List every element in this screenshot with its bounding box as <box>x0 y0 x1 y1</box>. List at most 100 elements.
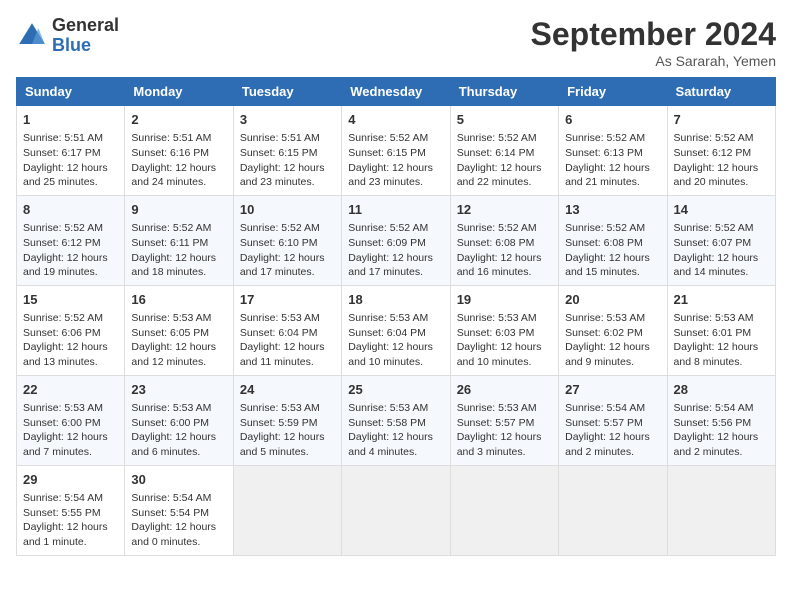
day-number: 26 <box>457 381 552 399</box>
day-number: 27 <box>565 381 660 399</box>
day-number: 28 <box>674 381 769 399</box>
col-header-saturday: Saturday <box>667 78 775 106</box>
sunset-text: Sunset: 6:17 PM <box>23 146 118 161</box>
calendar-cell: 1Sunrise: 5:51 AMSunset: 6:17 PMDaylight… <box>17 106 125 196</box>
col-header-tuesday: Tuesday <box>233 78 341 106</box>
daylight-text: Daylight: 12 hours and 17 minutes. <box>348 251 443 280</box>
day-number: 13 <box>565 201 660 219</box>
daylight-text: Daylight: 12 hours and 18 minutes. <box>131 251 226 280</box>
sunrise-text: Sunrise: 5:54 AM <box>565 401 660 416</box>
daylight-text: Daylight: 12 hours and 13 minutes. <box>23 340 118 369</box>
col-header-thursday: Thursday <box>450 78 558 106</box>
calendar-week-row: 22Sunrise: 5:53 AMSunset: 6:00 PMDayligh… <box>17 375 776 465</box>
sunset-text: Sunset: 6:16 PM <box>131 146 226 161</box>
day-number: 25 <box>348 381 443 399</box>
calendar-week-row: 8Sunrise: 5:52 AMSunset: 6:12 PMDaylight… <box>17 195 776 285</box>
calendar-cell: 2Sunrise: 5:51 AMSunset: 6:16 PMDaylight… <box>125 106 233 196</box>
daylight-text: Daylight: 12 hours and 4 minutes. <box>348 430 443 459</box>
daylight-text: Daylight: 12 hours and 8 minutes. <box>674 340 769 369</box>
calendar-cell: 29Sunrise: 5:54 AMSunset: 5:55 PMDayligh… <box>17 465 125 555</box>
sunset-text: Sunset: 6:05 PM <box>131 326 226 341</box>
daylight-text: Daylight: 12 hours and 23 minutes. <box>240 161 335 190</box>
sunrise-text: Sunrise: 5:52 AM <box>240 221 335 236</box>
sunrise-text: Sunrise: 5:52 AM <box>457 221 552 236</box>
daylight-text: Daylight: 12 hours and 0 minutes. <box>131 520 226 549</box>
calendar-cell: 25Sunrise: 5:53 AMSunset: 5:58 PMDayligh… <box>342 375 450 465</box>
day-number: 12 <box>457 201 552 219</box>
daylight-text: Daylight: 12 hours and 25 minutes. <box>23 161 118 190</box>
daylight-text: Daylight: 12 hours and 10 minutes. <box>348 340 443 369</box>
sunrise-text: Sunrise: 5:52 AM <box>23 311 118 326</box>
daylight-text: Daylight: 12 hours and 7 minutes. <box>23 430 118 459</box>
sunset-text: Sunset: 6:07 PM <box>674 236 769 251</box>
sunset-text: Sunset: 6:15 PM <box>240 146 335 161</box>
sunrise-text: Sunrise: 5:52 AM <box>348 131 443 146</box>
sunset-text: Sunset: 6:08 PM <box>457 236 552 251</box>
calendar-cell: 9 Sunrise: 5:52 AMSunset: 6:11 PMDaylight… <box>125 195 233 285</box>
calendar-cell: 21Sunrise: 5:53 AMSunset: 6:01 PMDayligh… <box>667 285 775 375</box>
sunset-text: Sunset: 5:56 PM <box>674 416 769 431</box>
col-header-sunday: Sunday <box>17 78 125 106</box>
calendar-cell: 24Sunrise: 5:53 AMSunset: 5:59 PMDayligh… <box>233 375 341 465</box>
calendar-cell: 7Sunrise: 5:52 AMSunset: 6:12 PMDaylight… <box>667 106 775 196</box>
sunset-text: Sunset: 5:55 PM <box>23 506 118 521</box>
day-number: 5 <box>457 111 552 129</box>
calendar-cell: 26Sunrise: 5:53 AMSunset: 5:57 PMDayligh… <box>450 375 558 465</box>
col-header-wednesday: Wednesday <box>342 78 450 106</box>
day-number: 3 <box>240 111 335 129</box>
calendar-cell <box>559 465 667 555</box>
daylight-text: Daylight: 12 hours and 1 minute. <box>23 520 118 549</box>
day-number: 1 <box>23 111 118 129</box>
calendar-cell: 20Sunrise: 5:53 AMSunset: 6:02 PMDayligh… <box>559 285 667 375</box>
day-number: 8 <box>23 201 118 219</box>
calendar-cell: 14Sunrise: 5:52 AMSunset: 6:07 PMDayligh… <box>667 195 775 285</box>
sunset-text: Sunset: 5:54 PM <box>131 506 226 521</box>
daylight-text: Daylight: 12 hours and 3 minutes. <box>457 430 552 459</box>
logo-icon <box>16 20 48 52</box>
day-number: 9 <box>131 201 226 219</box>
calendar-header-row: SundayMondayTuesdayWednesdayThursdayFrid… <box>17 78 776 106</box>
day-number: 20 <box>565 291 660 309</box>
sunrise-text: Sunrise: 5:52 AM <box>131 221 226 236</box>
day-number: 19 <box>457 291 552 309</box>
col-header-monday: Monday <box>125 78 233 106</box>
sunset-text: Sunset: 6:11 PM <box>131 236 226 251</box>
calendar-cell <box>233 465 341 555</box>
sunrise-text: Sunrise: 5:54 AM <box>674 401 769 416</box>
sunset-text: Sunset: 6:13 PM <box>565 146 660 161</box>
day-number: 18 <box>348 291 443 309</box>
sunset-text: Sunset: 6:09 PM <box>348 236 443 251</box>
month-title: September 2024 <box>531 16 776 53</box>
calendar-cell: 8Sunrise: 5:52 AMSunset: 6:12 PMDaylight… <box>17 195 125 285</box>
day-number: 11 <box>348 201 443 219</box>
calendar-table: SundayMondayTuesdayWednesdayThursdayFrid… <box>16 77 776 556</box>
sunset-text: Sunset: 6:00 PM <box>23 416 118 431</box>
day-number: 29 <box>23 471 118 489</box>
sunset-text: Sunset: 6:15 PM <box>348 146 443 161</box>
daylight-text: Daylight: 12 hours and 20 minutes. <box>674 161 769 190</box>
sunset-text: Sunset: 6:00 PM <box>131 416 226 431</box>
sunset-text: Sunset: 5:57 PM <box>457 416 552 431</box>
day-number: 16 <box>131 291 226 309</box>
calendar-cell: 13Sunrise: 5:52 AMSunset: 6:08 PMDayligh… <box>559 195 667 285</box>
daylight-text: Daylight: 12 hours and 2 minutes. <box>674 430 769 459</box>
day-number: 22 <box>23 381 118 399</box>
daylight-text: Daylight: 12 hours and 21 minutes. <box>565 161 660 190</box>
day-number: 23 <box>131 381 226 399</box>
day-number: 7 <box>674 111 769 129</box>
sunrise-text: Sunrise: 5:53 AM <box>23 401 118 416</box>
daylight-text: Daylight: 12 hours and 16 minutes. <box>457 251 552 280</box>
calendar-cell: 6Sunrise: 5:52 AMSunset: 6:13 PMDaylight… <box>559 106 667 196</box>
daylight-text: Daylight: 12 hours and 5 minutes. <box>240 430 335 459</box>
calendar-cell: 16Sunrise: 5:53 AMSunset: 6:05 PMDayligh… <box>125 285 233 375</box>
daylight-text: Daylight: 12 hours and 24 minutes. <box>131 161 226 190</box>
calendar-cell: 28 Sunrise: 5:54 AMSunset: 5:56 PMDayligh… <box>667 375 775 465</box>
sunrise-text: Sunrise: 5:52 AM <box>23 221 118 236</box>
calendar-cell: 12 Sunrise: 5:52 AMSunset: 6:08 PMDayligh… <box>450 195 558 285</box>
calendar-cell: 11Sunrise: 5:52 AMSunset: 6:09 PMDayligh… <box>342 195 450 285</box>
day-number: 15 <box>23 291 118 309</box>
calendar-cell: 22 Sunrise: 5:53 AMSunset: 6:00 PMDayligh… <box>17 375 125 465</box>
sunrise-text: Sunrise: 5:52 AM <box>565 131 660 146</box>
logo-blue: Blue <box>52 36 119 56</box>
sunrise-text: Sunrise: 5:53 AM <box>348 311 443 326</box>
